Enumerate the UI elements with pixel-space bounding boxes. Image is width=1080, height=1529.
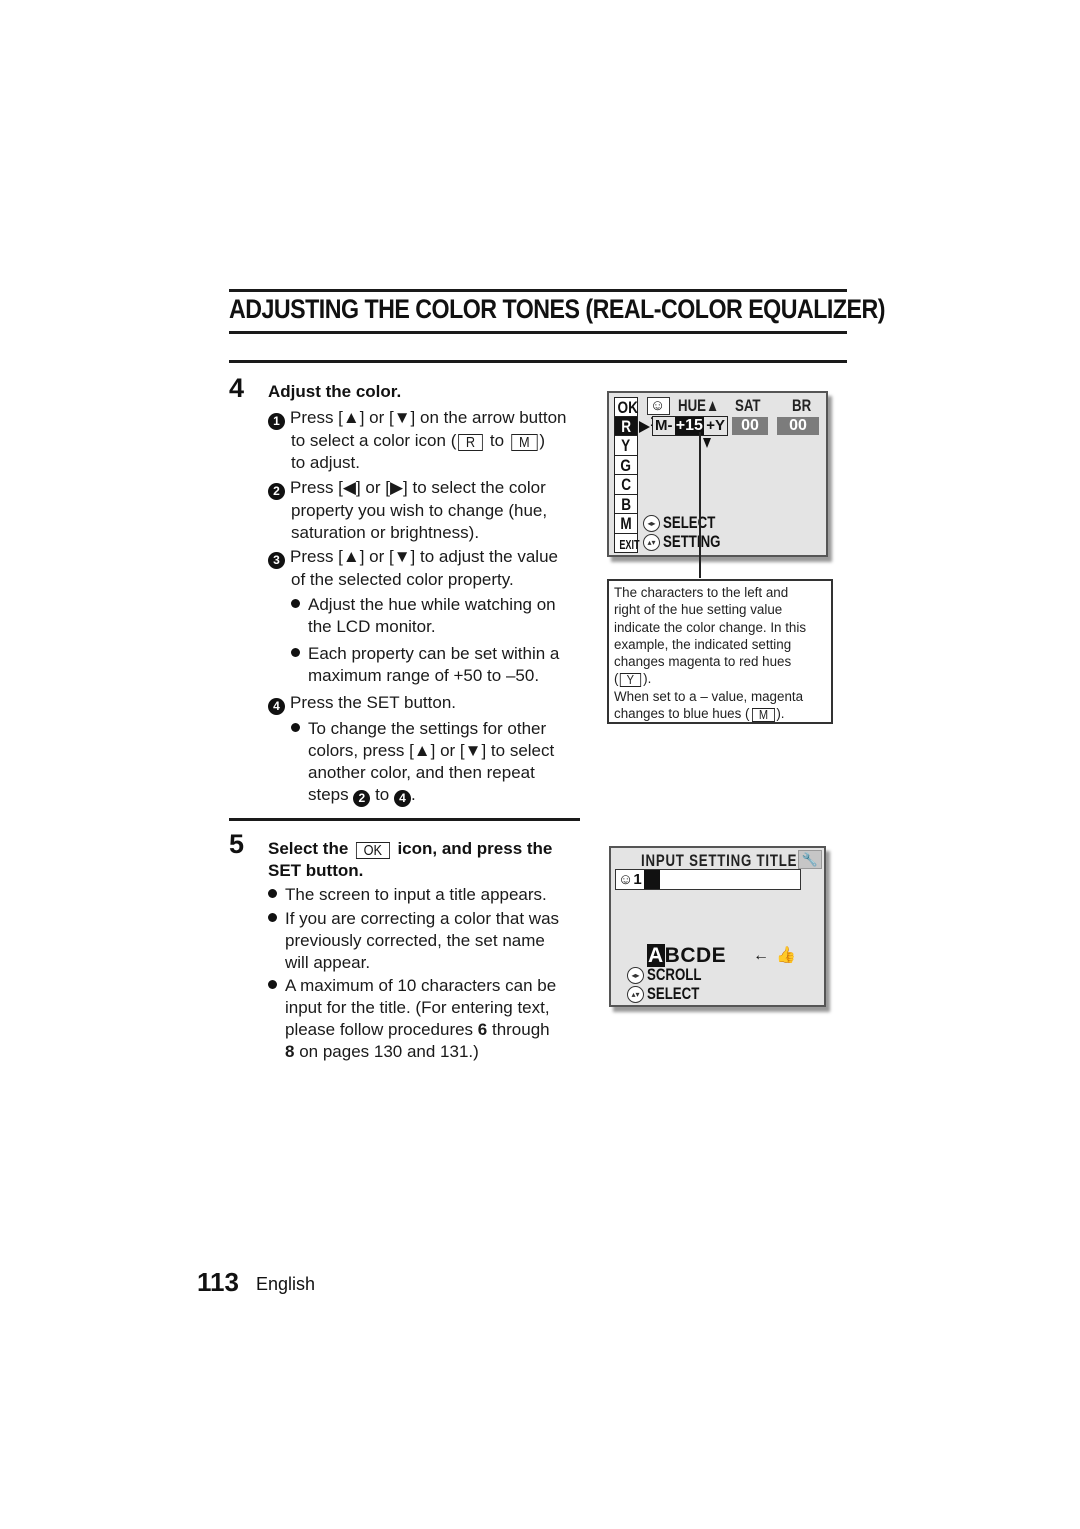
wrench-icon[interactable]: 🔧 <box>798 850 822 869</box>
column-br[interactable]: BR <box>792 396 811 416</box>
step-5-number: 5 <box>229 829 245 859</box>
step-4-sub-1: 1 Press [▲] or [▼] on the arrow button to… <box>268 407 567 474</box>
title-input-field[interactable]: ☺1 <box>615 869 801 890</box>
up-down-dial-icon: ▴▾ <box>643 534 660 551</box>
hue-left-label: M- <box>653 417 675 435</box>
step-marker-1: 1 <box>268 413 285 430</box>
color-icon-r: R <box>458 434 484 451</box>
color-icon-column: OK R Y G C B M EXIT <box>614 397 640 553</box>
hint-scroll: SCROLL <box>647 965 702 984</box>
bullet-item: Adjust the hue while watching on the LCD… <box>291 594 556 638</box>
color-icon-r[interactable]: R <box>614 416 638 436</box>
color-icon-m: M <box>511 434 538 451</box>
bullet-item: Each property can be set within a maximu… <box>291 643 559 687</box>
lcd-input-title-screen: INPUT SETTING TITLE 🔧 ☺1 ABCDE ← 👍 ◂▸ SC… <box>609 846 826 1007</box>
hue-value-box[interactable]: M- +15 +Y <box>652 416 728 436</box>
column-hue[interactable]: HUE▲ <box>678 396 719 416</box>
bullet-item: To change the settings for other colors,… <box>291 718 554 807</box>
lcd-title: INPUT SETTING TITLE <box>641 851 798 870</box>
title-bottom-rule <box>229 331 847 334</box>
title-top-rule <box>229 289 847 292</box>
color-icon-c[interactable]: C <box>614 475 638 495</box>
step-marker-2: 2 <box>268 483 285 500</box>
step-marker-4: 4 <box>268 698 285 715</box>
bullet-icon <box>268 889 277 898</box>
page-number: 113 <box>197 1267 239 1297</box>
arrow-down-icon <box>703 438 711 448</box>
hint-select: SELECT <box>647 984 700 1003</box>
color-icon-g[interactable]: G <box>614 455 638 475</box>
callout-pointer-line <box>699 432 701 578</box>
bullet-item: A maximum of 10 characters can be input … <box>268 975 556 1063</box>
column-sat[interactable]: SAT <box>735 396 761 416</box>
lcd-equalizer-screen: OK R Y G C B M EXIT ☺1 HUE▲ SAT BR M- +1… <box>607 391 828 557</box>
bullet-item: The screen to input a title appears. <box>268 884 547 906</box>
step-4-sub-2: 2 Press [◀] or [▶] to select the color pr… <box>268 477 547 544</box>
step-4-sub-3: 3 Press [▲] or [▼] to adjust the value of… <box>268 546 558 591</box>
ok-icon: OK <box>356 842 390 859</box>
step-marker-3: 3 <box>268 552 285 569</box>
step-4-number: 4 <box>229 373 245 403</box>
color-icon-exit[interactable]: EXIT <box>614 533 640 553</box>
palette-set-badge: ☺1 <box>618 871 642 888</box>
bullet-icon <box>268 980 277 989</box>
bullet-icon <box>291 599 300 608</box>
step-4-sub-4: 4 Press the SET button. <box>268 692 456 715</box>
color-icon-m[interactable]: M <box>614 514 638 534</box>
hint-setting: SETTING <box>663 532 721 551</box>
selected-character[interactable]: A <box>647 944 665 967</box>
text-cursor <box>644 870 660 889</box>
hint-select: SELECT <box>663 513 716 532</box>
page-title: ADJUSTING THE COLOR TONES (REAL-COLOR EQ… <box>229 294 885 324</box>
up-down-dial-icon: ▴▾ <box>627 986 644 1003</box>
br-value[interactable]: 00 <box>777 417 819 435</box>
sat-value[interactable]: 00 <box>732 417 768 435</box>
color-icon-y[interactable]: Y <box>614 436 638 456</box>
hue-right-label: +Y <box>704 417 727 435</box>
backspace-arrow-icon[interactable]: ← <box>753 947 769 965</box>
color-icon-m: M <box>751 708 775 723</box>
bullet-icon <box>291 723 300 732</box>
page-language: English <box>256 1274 316 1294</box>
left-right-dial-icon: ◂▸ <box>627 967 644 984</box>
color-icon-b[interactable]: B <box>614 494 638 514</box>
bullet-icon <box>268 913 277 922</box>
left-right-dial-icon: ◂▸ <box>643 515 660 532</box>
palette-icon: ☺ <box>650 397 666 414</box>
bullet-item: If you are correcting a color that was p… <box>268 908 559 974</box>
step-5-rule <box>229 818 580 821</box>
selection-arrow-icon <box>639 421 650 433</box>
hue-callout: The characters to the left and right of … <box>607 579 833 724</box>
section-rule <box>229 360 847 363</box>
color-icon-y: Y <box>620 673 642 688</box>
step-4-heading: Adjust the color. <box>268 382 402 401</box>
thumbs-up-icon[interactable]: 👍 <box>776 945 796 965</box>
color-icon-ok[interactable]: OK <box>614 397 638 417</box>
step-5-heading: Select the OK icon, and press the SET bu… <box>268 839 553 880</box>
bullet-icon <box>291 648 300 657</box>
palette-set-badge: ☺1 <box>647 397 670 430</box>
